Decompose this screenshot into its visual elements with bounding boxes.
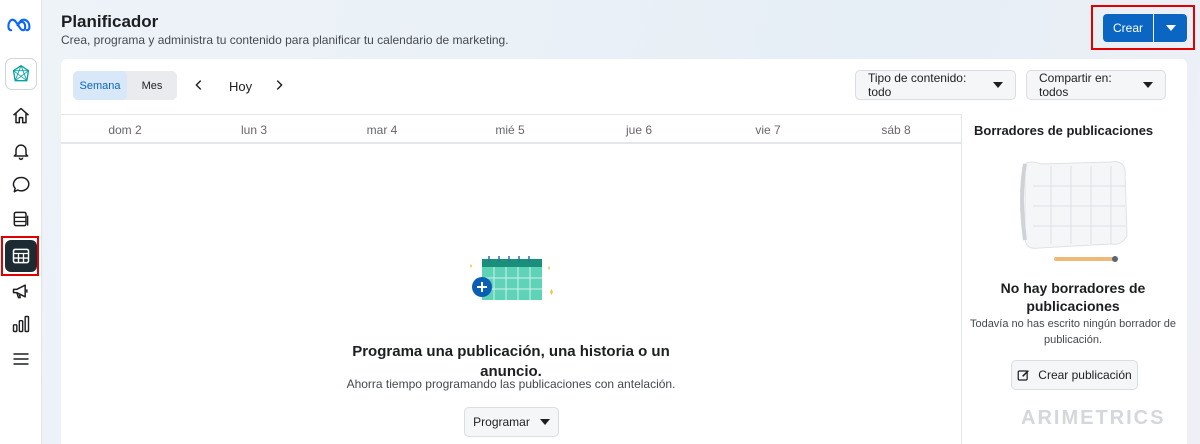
inbox-icon[interactable] xyxy=(5,169,37,201)
previous-week-button[interactable] xyxy=(191,77,207,93)
watermark: ARIMETRICS xyxy=(1021,407,1166,429)
share-on-dropdown[interactable]: Compartir en: todos xyxy=(1026,70,1166,100)
empty-state-title: Programa una publicación, una historia o… xyxy=(352,343,670,380)
drafts-empty-subtitle: Todavía no has escrito ningún borrador d… xyxy=(969,318,1177,346)
empty-state-subtitle: Ahorra tiempo programando las publicacio… xyxy=(346,377,676,391)
caret-down-icon xyxy=(993,82,1003,88)
caret-down-icon xyxy=(539,419,550,425)
meta-logo-icon[interactable] xyxy=(5,10,37,42)
notifications-icon[interactable] xyxy=(5,135,37,167)
empty-drafts-illustration xyxy=(1020,161,1128,262)
tab-month[interactable]: Mes xyxy=(127,71,177,100)
calendar-day-headers: dom 2 lun 3 mar 4 mié 5 jue 6 vie 7 sáb … xyxy=(61,114,961,144)
view-tabs: Semana Mes xyxy=(73,71,177,100)
edit-icon xyxy=(1017,369,1030,381)
page-title: Planificador xyxy=(61,12,159,31)
tab-week[interactable]: Semana xyxy=(73,71,127,100)
today-button[interactable]: Hoy xyxy=(229,79,252,94)
drafts-empty-title: No hay borradores de publicaciones xyxy=(1000,280,1146,314)
insights-icon[interactable] xyxy=(5,308,37,340)
chevron-right-icon xyxy=(276,80,283,90)
create-dropdown-button[interactable] xyxy=(1154,14,1187,42)
day-header: lun 3 xyxy=(240,123,268,137)
day-header: mar 4 xyxy=(366,123,398,137)
planner-card: Semana Mes Hoy Tipo de contenido: todo C… xyxy=(61,59,1187,444)
business-suite-icon[interactable] xyxy=(5,58,37,90)
day-header: sáb 8 xyxy=(881,123,911,137)
chevron-left-icon xyxy=(195,80,202,90)
create-post-button[interactable]: Crear publicación xyxy=(1011,360,1138,390)
day-header: vie 7 xyxy=(755,123,781,137)
content-icon[interactable] xyxy=(5,203,37,235)
caret-down-icon xyxy=(1165,25,1176,31)
page-subtitle: Crea, programa y administra tu contenido… xyxy=(61,33,509,47)
home-icon[interactable] xyxy=(5,100,37,132)
calendar-add-illustration xyxy=(470,256,553,300)
planner-icon[interactable] xyxy=(5,240,37,272)
sidebar xyxy=(0,0,42,444)
content-type-label: Tipo de contenido: todo xyxy=(868,71,967,99)
day-header: mié 5 xyxy=(495,123,525,137)
content-type-dropdown[interactable]: Tipo de contenido: todo xyxy=(855,70,1016,100)
schedule-button[interactable]: Programar xyxy=(464,407,559,437)
create-button-group: Crear xyxy=(1103,14,1187,42)
ads-icon[interactable] xyxy=(5,275,37,307)
menu-icon[interactable] xyxy=(5,343,37,375)
day-header: jue 6 xyxy=(625,123,653,137)
panel-divider xyxy=(961,114,962,444)
caret-down-icon xyxy=(1143,82,1153,88)
create-button[interactable]: Crear xyxy=(1103,14,1153,42)
day-header: dom 2 xyxy=(108,123,142,137)
drafts-title: Borradores de publicaciones xyxy=(974,123,1154,138)
schedule-label: Programar xyxy=(473,415,530,429)
create-post-label: Crear publicación xyxy=(1038,368,1132,382)
share-on-label: Compartir en: todos xyxy=(1039,71,1112,99)
next-week-button[interactable] xyxy=(271,77,287,93)
